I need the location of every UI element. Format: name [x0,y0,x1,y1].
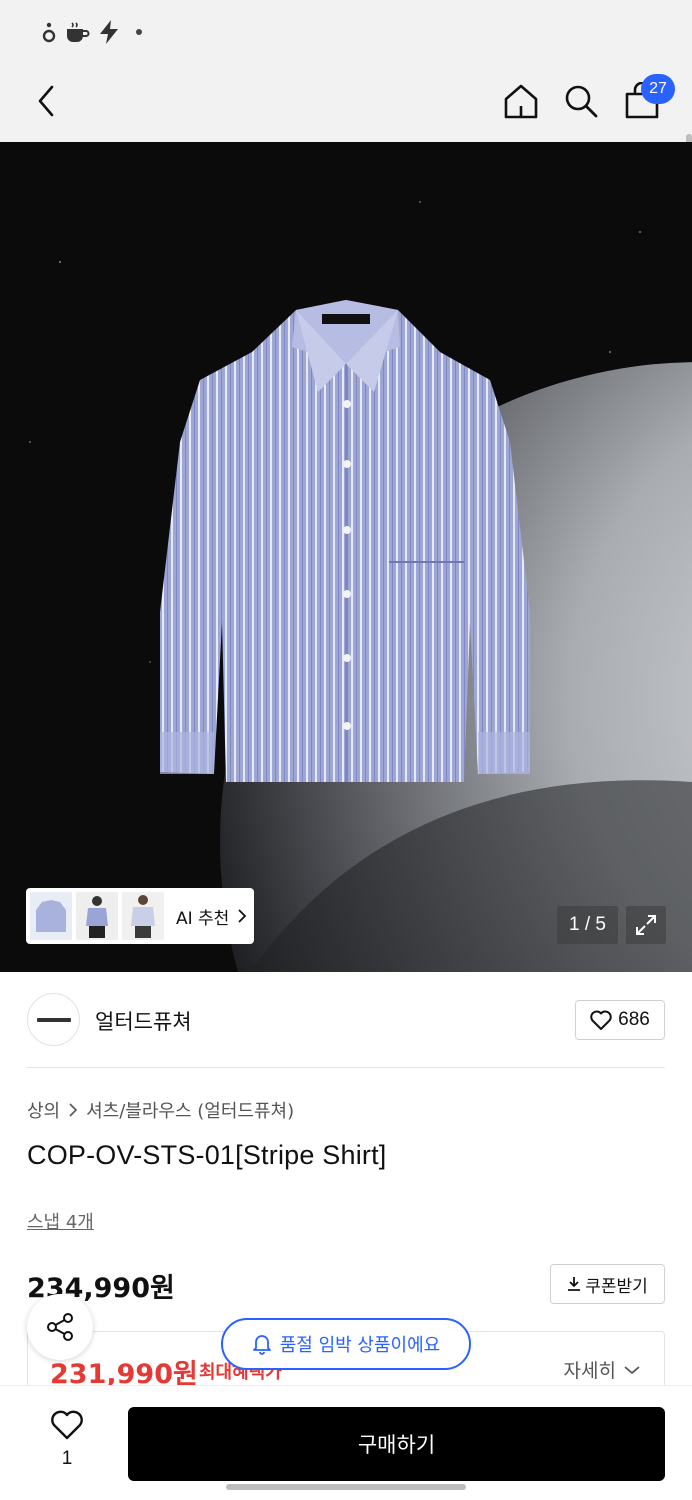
status-app-icon [42,22,56,43]
ai-recommend-button[interactable]: AI 추천 [176,904,247,929]
cart-count-badge: 27 [641,74,675,104]
brand-row: 얼터드퓨쳐 686 [0,972,692,1068]
thumbnail-1[interactable] [30,892,72,940]
heart-icon [590,1010,612,1030]
coupon-label: 쿠폰받기 [585,1276,648,1297]
search-icon [565,85,598,118]
chevron-right-icon [238,909,247,923]
thumbnail-2[interactable] [76,892,118,940]
status-bar [0,0,692,64]
download-icon [568,1277,581,1291]
cart-button[interactable]: 27 [617,74,675,126]
coffee-icon [67,22,90,42]
heart-icon [51,1410,83,1440]
share-icon [47,1313,73,1341]
home-icon [504,84,538,119]
expand-icon [636,915,656,935]
detail-label: 자세히 [563,1360,616,1382]
brand-logo[interactable] [27,993,80,1046]
brand-like-button[interactable]: 686 [575,1000,665,1040]
bell-icon [252,1335,271,1355]
detail-toggle[interactable]: 자세히 [564,1356,640,1383]
thumbnail-model-image [131,895,155,938]
search-button[interactable] [556,76,606,126]
image-counter: 1 / 5 [557,906,618,944]
wish-count: 1 [61,1448,73,1469]
soldout-text: 품절 임박 상품이에요 [279,1335,441,1356]
back-button[interactable] [22,76,72,126]
ai-recommend-label: AI 추천 [176,908,230,929]
product-title: COP-OV-STS-01[Stripe Shirt] [27,1140,387,1170]
bolt-icon [100,20,118,44]
ai-recommend-strip[interactable]: AI 추천 [26,888,254,944]
buy-button[interactable]: 구매하기 [128,1407,665,1481]
status-icons [42,20,142,44]
share-button[interactable] [27,1294,93,1360]
chevron-right-icon [69,1103,78,1117]
thumbnail-3[interactable] [122,892,164,940]
breadcrumb-category[interactable]: 상의 [27,1097,60,1123]
home-button[interactable] [496,76,546,126]
back-icon [38,85,54,117]
breadcrumb-subcategory[interactable]: 셔츠/블라우스 (얼터드퓨쳐) [86,1097,294,1123]
soldout-toast: 품절 임박 상품이에요 [221,1318,471,1370]
snap-link[interactable]: 스냅 4개 [27,1208,94,1234]
expand-button[interactable] [626,906,666,944]
status-dot [136,29,142,35]
home-indicator[interactable] [226,1484,466,1490]
divider [27,1067,665,1068]
breadcrumb: 상의 셔츠/블라우스 (얼터드퓨쳐) [27,1097,294,1123]
app-header: 27 [0,64,692,206]
wish-button[interactable]: 1 [40,1410,94,1470]
coupon-button[interactable]: 쿠폰받기 [550,1264,665,1304]
product-image [0,142,692,972]
chevron-down-icon [624,1365,640,1374]
bottom-bar: 1 구매하기 [0,1385,692,1500]
brand-name[interactable]: 얼터드퓨쳐 [95,1006,192,1036]
brand-like-count: 686 [618,1009,650,1030]
thumbnail-shirt-image [36,900,66,932]
product-image-gallery[interactable]: AI 추천 1 / 5 [0,142,692,972]
thumbnail-model-image [86,896,108,938]
